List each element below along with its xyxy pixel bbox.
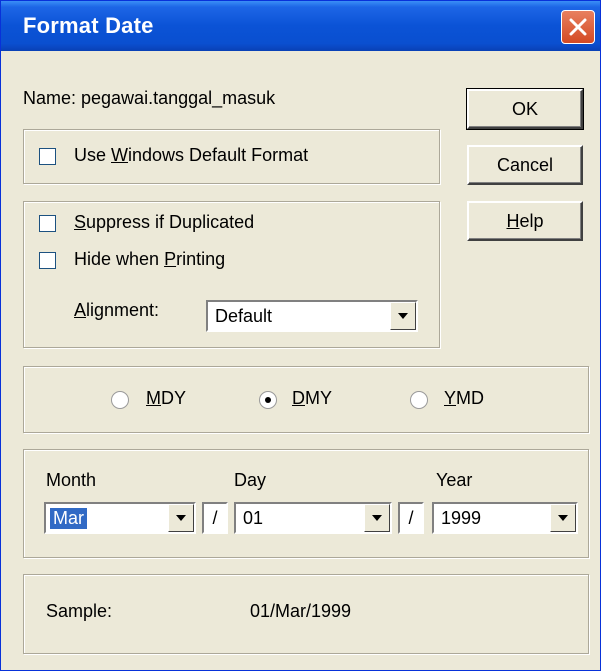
suppress-duplicated-checkbox[interactable]: [39, 215, 56, 232]
cancel-button[interactable]: Cancel: [467, 145, 583, 185]
help-button[interactable]: Help: [467, 201, 583, 241]
options-group: Suppress if Duplicated Hide when Printin…: [23, 201, 440, 348]
suppress-duplicated-label[interactable]: Suppress if Duplicated: [74, 212, 254, 233]
alignment-label: Alignment:: [74, 300, 160, 320]
windows-default-label[interactable]: Use Windows Default Format: [74, 145, 308, 166]
chevron-down-icon: [176, 515, 186, 521]
alignment-dropdown-button[interactable]: [390, 302, 416, 330]
field-name-label: Name: pegawai.tanggal_masuk: [23, 88, 276, 108]
ymd-radio[interactable]: [410, 391, 428, 409]
alignment-value: Default: [215, 306, 273, 326]
radio-selected-dot: [265, 397, 271, 403]
month-select[interactable]: Mar: [44, 502, 196, 534]
hide-when-printing-checkbox[interactable]: [39, 252, 56, 269]
title-bar[interactable]: Format Date: [1, 1, 600, 51]
mdy-radio[interactable]: [111, 391, 129, 409]
month-value: Mar: [49, 507, 88, 530]
format-date-dialog: Format Date Name: pegawai.tanggal_masuk …: [0, 0, 601, 671]
month-dropdown-button[interactable]: [168, 504, 194, 532]
year-value: 1999: [441, 508, 482, 528]
day-dropdown-button[interactable]: [364, 504, 390, 532]
sample-value: 01/Mar/1999: [250, 601, 352, 621]
month-label: Month: [46, 470, 97, 490]
close-button[interactable]: [561, 10, 595, 44]
ymd-label[interactable]: YMD: [444, 388, 484, 409]
windows-default-group: Use Windows Default Format: [23, 129, 440, 184]
chevron-down-icon: [398, 313, 408, 319]
separator-2[interactable]: /: [398, 502, 424, 534]
year-dropdown-button[interactable]: [550, 504, 576, 532]
ok-button[interactable]: OK: [466, 88, 584, 130]
date-order-group: MDY DMY YMD: [23, 366, 589, 433]
sample-label: Sample:: [46, 601, 113, 621]
date-fields-group: Month Day Year Mar / 01 / 1999: [23, 449, 589, 558]
year-select[interactable]: 1999: [432, 502, 578, 534]
day-label: Day: [234, 470, 267, 490]
separator-1[interactable]: /: [202, 502, 228, 534]
day-value: 01: [243, 508, 264, 528]
mdy-label[interactable]: MDY: [146, 388, 186, 409]
dmy-radio[interactable]: [259, 391, 277, 409]
alignment-select[interactable]: Default: [206, 300, 418, 332]
dialog-body: Name: pegawai.tanggal_masuk OK Cancel He…: [1, 51, 600, 670]
hide-when-printing-label[interactable]: Hide when Printing: [74, 249, 225, 270]
chevron-down-icon: [372, 515, 382, 521]
sample-group: Sample: 01/Mar/1999: [23, 574, 589, 654]
day-select[interactable]: 01: [234, 502, 392, 534]
chevron-down-icon: [558, 515, 568, 521]
year-label: Year: [436, 470, 473, 490]
dmy-label[interactable]: DMY: [292, 388, 332, 409]
close-icon: [569, 18, 587, 36]
windows-default-checkbox[interactable]: [39, 148, 56, 165]
window-title: Format Date: [23, 13, 154, 38]
